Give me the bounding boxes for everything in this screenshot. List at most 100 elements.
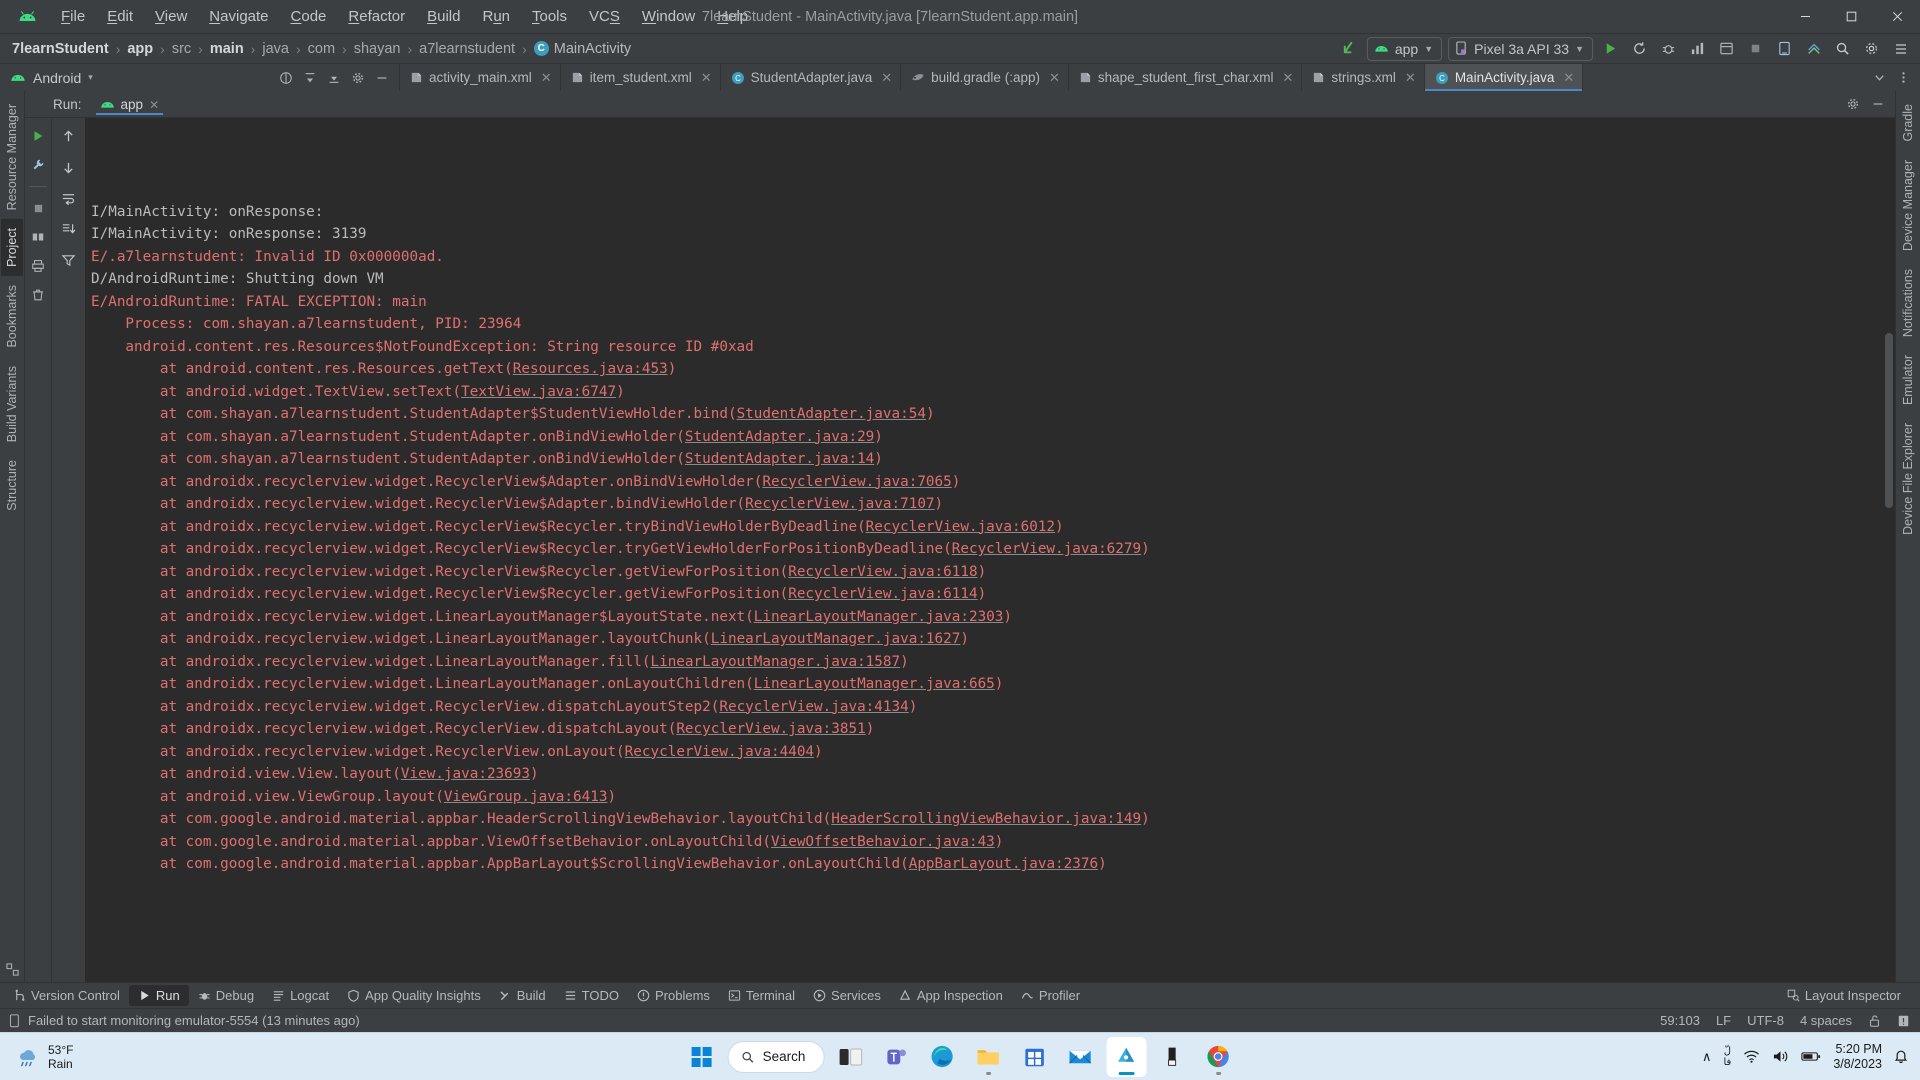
trash-icon[interactable] <box>27 285 49 305</box>
right-rail-tabs[interactable]: Gradle Device Manager Notifications Emulato… <box>1897 95 1919 544</box>
tool-window-bar[interactable]: Version Control Run Debug Logcat App Quality… <box>0 982 1920 1008</box>
stack-trace-link[interactable]: RecyclerView.java:6114 <box>788 586 977 602</box>
breadcrumb-item-java[interactable]: java <box>258 40 293 58</box>
stack-trace-link[interactable]: RecyclerView.java:4404 <box>625 744 814 760</box>
close-icon[interactable]: ✕ <box>149 98 159 112</box>
maximize-button[interactable] <box>1828 0 1874 33</box>
editor-tabs[interactable]: activity_main.xml ✕ item_student.xml ✕ C Stud… <box>400 64 1868 91</box>
left-rail-tabs[interactable]: Resource Manager Project Bookmarks Build Va… <box>1 95 23 520</box>
caret-position[interactable]: 59:103 <box>1660 1013 1700 1028</box>
tool-window-run[interactable]: Run <box>128 985 189 1006</box>
volume-icon[interactable] <box>1772 1049 1789 1064</box>
breadcrumb-item-app[interactable]: app <box>123 40 157 58</box>
language-indicator[interactable]: لّ فا <box>1724 1046 1732 1068</box>
clock[interactable]: 5:20 PM 3/8/2023 <box>1833 1042 1882 1072</box>
stack-trace-link[interactable]: Resources.java:453 <box>513 361 668 377</box>
right-rail-item-emulator[interactable]: Emulator <box>1897 346 1919 414</box>
weather-widget[interactable]: 53°F Rain <box>0 1043 73 1071</box>
breadcrumb-item-shayan[interactable]: shayan <box>350 40 405 58</box>
back-arrow-icon[interactable] <box>1336 36 1363 61</box>
stack-trace-link[interactable]: LinearLayoutManager.java:1627 <box>711 631 961 647</box>
stack-trace-link[interactable]: RecyclerView.java:3851 <box>676 721 865 737</box>
editor-tabs-actions[interactable] <box>1868 64 1920 91</box>
start-button[interactable] <box>682 1037 722 1077</box>
tool-window-logcat[interactable]: Logcat <box>263 985 338 1006</box>
unlocked-icon[interactable] <box>1868 1014 1881 1028</box>
store-button[interactable] <box>1014 1037 1054 1077</box>
menu-item-build[interactable]: Build <box>416 5 471 28</box>
battery-icon[interactable] <box>1801 1050 1821 1063</box>
stack-trace-link[interactable]: HeaderScrollingViewBehavior.java:149 <box>831 811 1141 827</box>
right-rail-item-device-file-explorer[interactable]: Device File Explorer <box>1897 414 1919 544</box>
project-pane-actions[interactable] <box>275 67 399 89</box>
sdk-manager-icon[interactable] <box>1800 36 1827 61</box>
breadcrumb-item-src[interactable]: src <box>168 40 195 58</box>
hide-pane-icon[interactable] <box>1867 93 1889 115</box>
stack-trace-link[interactable]: ViewOffsetBehavior.java:43 <box>771 834 995 850</box>
left-rail-item-bookmarks[interactable]: Bookmarks <box>1 276 23 357</box>
left-rail-item-structure[interactable]: Structure <box>1 451 23 520</box>
breadcrumb-item-7learnstudent[interactable]: 7learnStudent <box>8 40 113 58</box>
restore-layout-icon[interactable] <box>27 227 49 247</box>
left-rail-item-project[interactable]: Project <box>1 219 23 277</box>
right-rail-item-device-manager[interactable]: Device Manager <box>1897 151 1919 260</box>
print-icon[interactable] <box>27 256 49 276</box>
stop-icon[interactable] <box>1742 36 1769 61</box>
global-actions-icon[interactable] <box>275 67 297 89</box>
explorer-button[interactable] <box>968 1037 1008 1077</box>
chrome-button[interactable] <box>1198 1037 1238 1077</box>
androidstudio-button[interactable] <box>1106 1036 1147 1077</box>
tool-window-terminal[interactable]: Terminal <box>719 985 804 1006</box>
stack-trace-link[interactable]: LinearLayoutManager.java:2303 <box>754 609 1004 625</box>
stack-trace-link[interactable]: TextView.java:6747 <box>461 384 616 400</box>
tool-window-services[interactable]: Services <box>804 985 890 1006</box>
menu-item-tools[interactable]: Tools <box>521 5 578 28</box>
editor-tab-studentadapter-java[interactable]: C StudentAdapter.java ✕ <box>721 64 902 91</box>
gear-icon[interactable] <box>1842 93 1864 115</box>
menu-item-vcs[interactable]: VCS <box>578 5 631 28</box>
run-actions-gutter[interactable] <box>25 118 52 982</box>
line-separator[interactable]: LF <box>1716 1013 1731 1028</box>
editor-tab-shape-student-first-char-xml[interactable]: shape_student_first_char.xml ✕ <box>1069 64 1303 91</box>
chevron-down-icon[interactable]: ▾ <box>88 72 93 83</box>
stack-trace-link[interactable]: StudentAdapter.java:29 <box>685 429 874 445</box>
keepass-button[interactable] <box>1152 1037 1192 1077</box>
tool-window-version-control[interactable]: Version Control <box>4 985 129 1006</box>
scroll-up-icon[interactable] <box>58 126 80 146</box>
editor-tab-mainactivity-java[interactable]: C MainActivity.java ✕ <box>1424 64 1584 91</box>
stop-icon[interactable] <box>27 198 49 218</box>
run-configuration-selector[interactable]: app ▼ <box>1366 36 1443 61</box>
device-manager-icon[interactable] <box>1771 36 1798 61</box>
stack-trace-link[interactable]: ViewGroup.java:6413 <box>444 789 608 805</box>
stack-trace-link[interactable]: LinearLayoutManager.java:1587 <box>650 654 900 670</box>
breadcrumb[interactable]: 7learnStudent › app › src › main › java › com › shay… <box>8 40 519 58</box>
structure-rail-icon[interactable] <box>1 956 23 982</box>
filter-icon[interactable] <box>58 250 80 270</box>
menu-item-view[interactable]: View <box>144 5 198 28</box>
stack-trace-link[interactable]: RecyclerView.java:7107 <box>745 496 934 512</box>
taskbar-tray[interactable]: ∧ لّ فا 5:20 PM 3/8/2023 <box>1702 1042 1920 1072</box>
apply-changes-icon[interactable] <box>1626 36 1653 61</box>
run-tab-app[interactable]: app ✕ <box>92 93 168 115</box>
editor-tab-item-student-xml[interactable]: item_student.xml ✕ <box>561 64 721 91</box>
console-actions-gutter[interactable] <box>52 118 85 982</box>
close-icon[interactable]: ✕ <box>1560 70 1574 86</box>
expand-icon[interactable] <box>323 67 345 89</box>
taskview-button[interactable] <box>830 1037 870 1077</box>
left-rail-item-build-variants[interactable]: Build Variants <box>1 357 23 451</box>
teams-button[interactable] <box>876 1037 916 1077</box>
tool-window-todo[interactable]: TODO <box>555 985 628 1006</box>
close-icon[interactable]: ✕ <box>698 70 712 86</box>
hamburger-icon[interactable] <box>1887 36 1914 61</box>
menu-item-refactor[interactable]: Refactor <box>337 5 416 28</box>
right-tool-rail[interactable]: Gradle Device Manager Notifications Emulato… <box>1895 91 1920 982</box>
layout-inspector-button[interactable]: Layout Inspector <box>1778 985 1910 1006</box>
stack-trace-link[interactable]: RecyclerView.java:6118 <box>788 564 977 580</box>
rerun-icon[interactable] <box>27 126 49 146</box>
menu-item-run[interactable]: Run <box>471 5 521 28</box>
close-icon[interactable]: ✕ <box>538 70 552 86</box>
taskbar-apps[interactable]: Search <box>682 1036 1239 1077</box>
right-rail-item-notifications[interactable]: Notifications <box>1897 260 1919 346</box>
navbar-actions[interactable]: app ▼ Pixel 3a API 33 ▼ <box>1336 36 1920 61</box>
run-icon[interactable] <box>1597 36 1624 61</box>
